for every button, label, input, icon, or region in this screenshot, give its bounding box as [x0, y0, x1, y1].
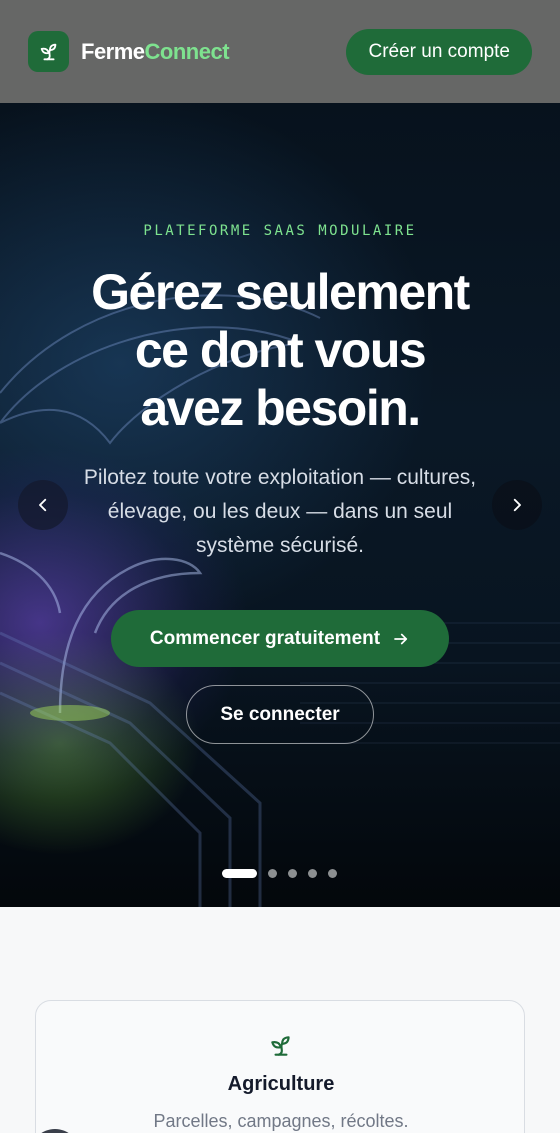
- hero-eyebrow: PLATEFORME SAAS MODULAIRE: [143, 223, 417, 239]
- chevron-right-icon: [513, 498, 521, 512]
- subtitle-line: Pilotez toute votre exploitation — cultu…: [83, 466, 477, 489]
- carousel-dot[interactable]: [288, 869, 297, 878]
- headline-line: avez besoin.: [140, 380, 421, 436]
- arrow-right-icon: [394, 633, 408, 644]
- hero-carousel: PLATEFORME SAAS MODULAIRE Gérez seulemen…: [0, 103, 560, 907]
- carousel-dot[interactable]: [328, 869, 337, 878]
- headline-line: Gérez seulement: [91, 264, 470, 320]
- top-nav: FermeConnect Créer un compte: [0, 0, 560, 103]
- carousel-dot[interactable]: [268, 869, 277, 878]
- start-free-label: Commencer gratuitement: [149, 627, 381, 649]
- module-card-agriculture[interactable]: Agriculture Parcelles, campagnes, récolt…: [35, 1000, 525, 1133]
- chevron-left-icon: [39, 498, 47, 512]
- carousel-next-button[interactable]: [492, 480, 542, 530]
- hero-subtitle: Pilotez toute votre exploitation — cultu…: [40, 461, 520, 563]
- card-title: Agriculture: [227, 1073, 335, 1095]
- subtitle-line: système sécurisé.: [195, 534, 365, 557]
- carousel-prev-button[interactable]: [18, 480, 68, 530]
- modules-section: Agriculture Parcelles, campagnes, récolt…: [0, 907, 560, 1133]
- login-button[interactable]: Se connecter: [186, 685, 374, 744]
- subtitle-line: élevage, ou les deux — dans un seul: [107, 500, 453, 523]
- brand-name-part1: Ferme: [81, 38, 145, 64]
- start-free-button[interactable]: Commencer gratuitement: [111, 610, 449, 667]
- brand-logo[interactable]: FermeConnect: [28, 31, 230, 72]
- create-account-button[interactable]: Créer un compte: [346, 28, 532, 75]
- sprout-icon: [267, 1033, 295, 1059]
- headline-line: ce dont vous: [134, 322, 427, 378]
- carousel-dot[interactable]: [222, 869, 257, 878]
- carousel-indicators: [222, 869, 337, 878]
- carousel-dot[interactable]: [308, 869, 317, 878]
- card-description: Parcelles, campagnes, récoltes.: [153, 1111, 409, 1131]
- sprout-icon: [28, 31, 69, 72]
- brand-name-part2: Connect: [144, 38, 230, 64]
- brand-name: FermeConnect: [81, 38, 230, 65]
- hero-headline: Gérez seulement ce dont vous avez besoin…: [40, 263, 520, 437]
